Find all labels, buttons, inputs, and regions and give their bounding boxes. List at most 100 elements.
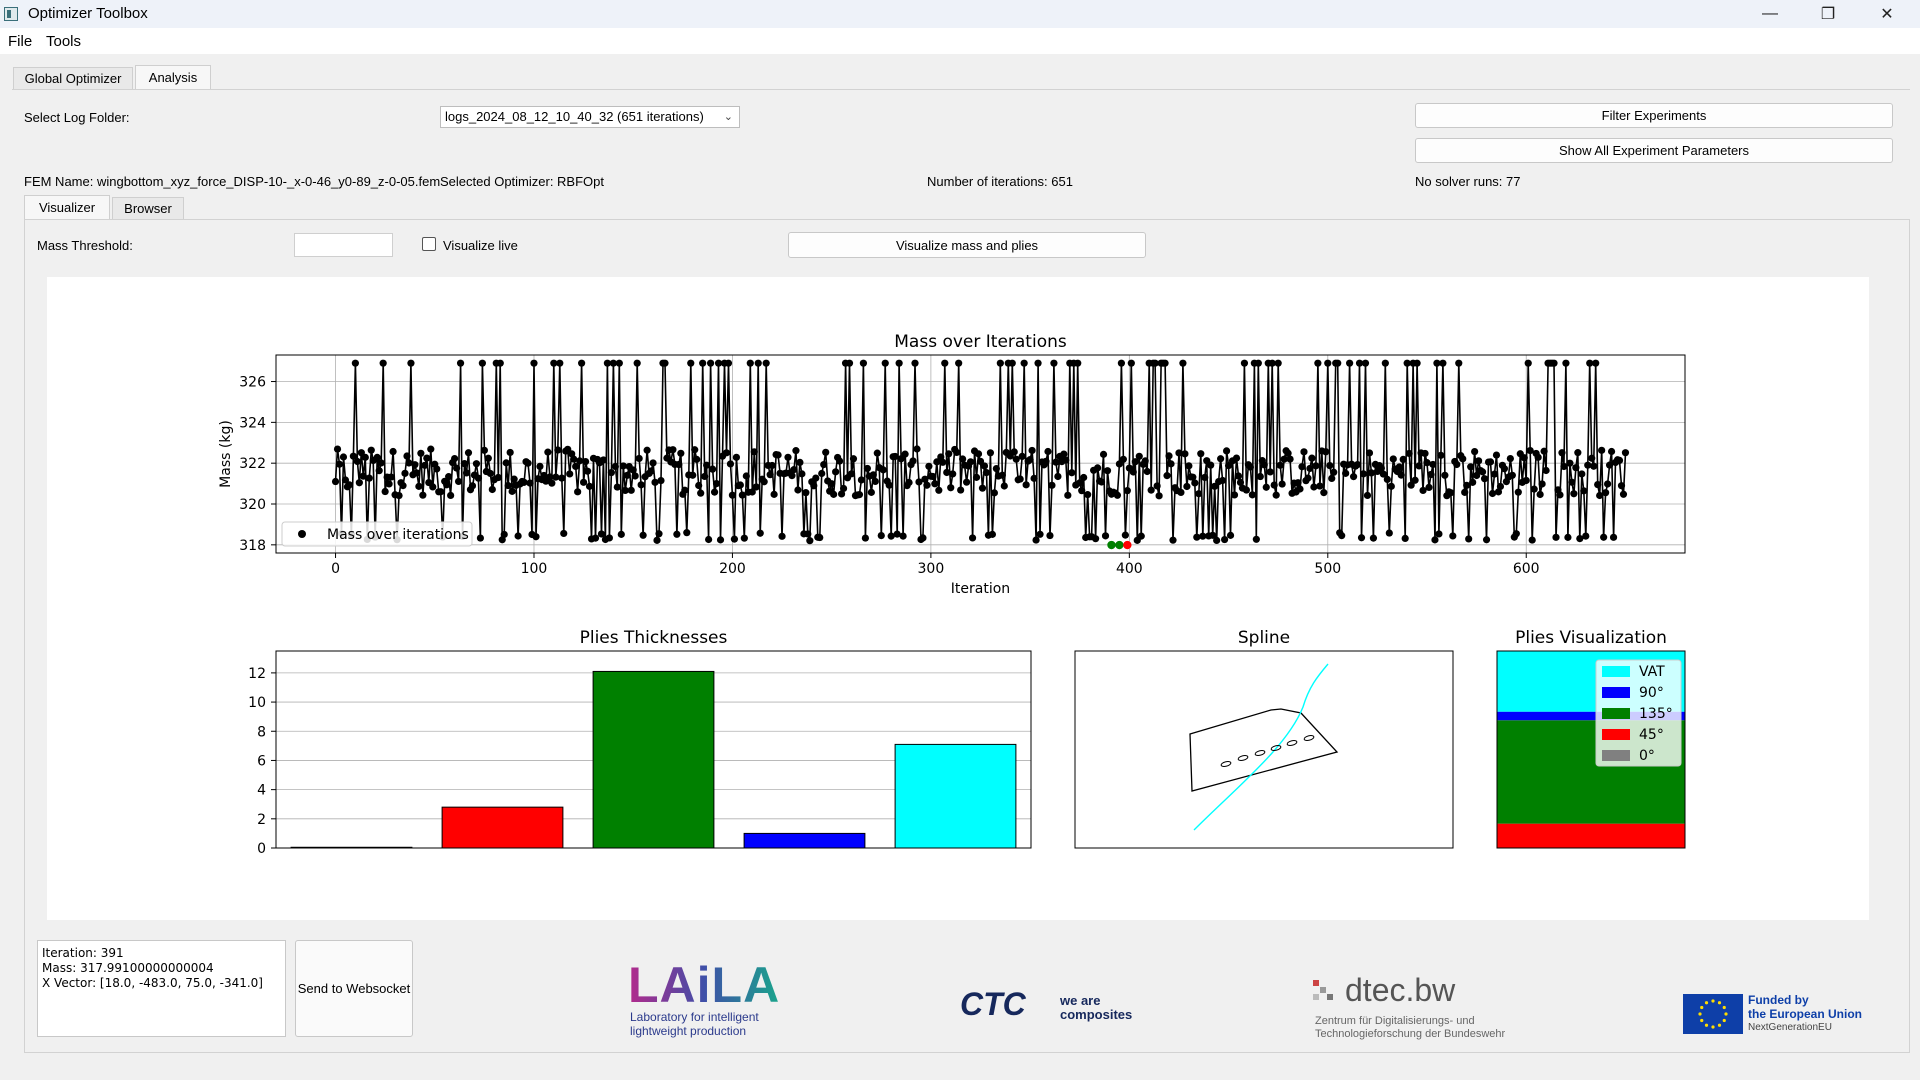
mass-threshold-input[interactable]: [294, 233, 393, 257]
chevron-down-icon: ⌄: [723, 111, 733, 123]
mass-data-point: [1324, 359, 1332, 367]
mass-data-point: [474, 474, 483, 482]
mass-data-point: [1449, 532, 1457, 540]
mass-data-point: [935, 486, 943, 494]
mass-data-point: [945, 450, 953, 458]
laila-logo-subtitle: Laboratory for intelligent lightweight p…: [630, 1010, 759, 1038]
mass-data-point: [389, 447, 397, 456]
mass-data-point: [1097, 478, 1106, 486]
mass-data-point: [728, 491, 737, 499]
mass-data-point: [643, 446, 651, 454]
plies-chart-title: Plies Thicknesses: [580, 628, 728, 648]
mass-data-point: [464, 449, 473, 457]
mass-data-point: [605, 534, 613, 542]
mass-data-point: [988, 530, 997, 538]
legend-label: 45°: [1639, 727, 1664, 743]
mass-data-point: [1399, 455, 1407, 464]
mass-data-point: [855, 491, 864, 499]
mass-data-point: [399, 482, 407, 490]
mass-data-point: [699, 359, 707, 367]
tab-global-optimizer[interactable]: Global Optimizer: [13, 67, 133, 89]
mass-data-point: [1338, 532, 1346, 540]
show-all-parameters-button[interactable]: Show All Experiment Parameters: [1415, 138, 1893, 163]
mass-data-point: [1471, 447, 1479, 456]
mass-data-point: [966, 458, 975, 466]
mass-data-point: [810, 482, 818, 490]
mass-data-point: [1617, 482, 1626, 490]
mass-data-point: [959, 455, 967, 463]
mass-data-point: [548, 479, 556, 487]
iterations-label: Number of iterations: 651: [927, 174, 1073, 189]
mass-data-point: [710, 488, 719, 496]
menu-tools[interactable]: Tools: [46, 33, 81, 50]
plies-vis-legend: VAT 90° 135° 45° 0°: [1595, 659, 1682, 767]
x-tick-label: 500: [1314, 561, 1341, 577]
mass-data-point: [1222, 447, 1231, 455]
filter-experiments-button[interactable]: Filter Experiments: [1415, 103, 1893, 128]
mass-data-point: [683, 529, 691, 537]
y-tick-label: 6: [257, 753, 266, 769]
mass-data-point: [361, 453, 369, 461]
mass-data-point: [1522, 476, 1530, 485]
restore-button[interactable]: ❐: [1805, 0, 1851, 28]
tab-browser[interactable]: Browser: [112, 197, 184, 219]
mass-data-point: [635, 454, 643, 463]
close-button[interactable]: ✕: [1864, 0, 1910, 28]
mass-data-point: [1514, 488, 1522, 496]
mass-data-point: [427, 445, 435, 453]
y-tick-label: 8: [257, 724, 266, 740]
mass-data-point: [742, 472, 750, 480]
send-websocket-button[interactable]: Send to Websocket: [295, 940, 413, 1037]
plies-thickness-chart: 0 2 4 6 8 10 12 Plies Thicknesses: [248, 628, 1032, 857]
mass-data-point: [1607, 447, 1616, 456]
eu-star: [1724, 1012, 1728, 1016]
tab-analysis[interactable]: Analysis: [135, 65, 211, 89]
mass-data-point: [1179, 359, 1187, 367]
visualize-mass-plies-button[interactable]: Visualize mass and plies: [788, 232, 1146, 258]
mass-data-point: [919, 534, 927, 542]
plies-visualization-chart: Plies Visualization VAT 90° 135° 45° 0°: [1496, 628, 1686, 849]
mass-data-point: [784, 453, 792, 461]
mass-data-point: [1439, 359, 1447, 367]
mass-data-point: [974, 450, 983, 458]
eu-star: [1711, 1025, 1715, 1029]
mass-data-point: [992, 464, 1000, 473]
mass-data-point: [345, 481, 354, 489]
mass-data-point: [881, 359, 889, 367]
mass-data-point: [885, 481, 893, 489]
dtec-logo-mark: [1313, 980, 1333, 1004]
mass-data-point: [716, 536, 725, 544]
close-icon: ✕: [1880, 6, 1894, 23]
tab-visualizer[interactable]: Visualizer: [24, 195, 110, 219]
mass-data-point: [1480, 475, 1489, 483]
eu-star: [1700, 1018, 1704, 1023]
selection-info-box[interactable]: Iteration: 391 Mass: 317.99100000000004 …: [37, 940, 286, 1037]
minimize-button[interactable]: —: [1747, 0, 1793, 28]
mass-data-point: [1592, 359, 1600, 367]
mass-data-point: [1080, 473, 1088, 482]
menu-file[interactable]: File: [8, 33, 32, 50]
mass-data-point: [381, 487, 389, 496]
mass-data-point: [510, 475, 518, 483]
tab-divider: [12, 89, 1910, 90]
visualize-live-checkbox[interactable]: [422, 237, 436, 251]
mass-data-point: [730, 535, 739, 543]
x-tick-label: 300: [918, 561, 945, 577]
mass-data-point: [1181, 450, 1189, 458]
mass-data-point: [998, 471, 1006, 479]
mass-data-point: [1421, 449, 1429, 458]
mass-data-point: [1330, 468, 1338, 476]
mass-data-point: [1232, 454, 1241, 462]
mass-data-point: [1536, 490, 1544, 499]
mass-data-point: [792, 447, 800, 455]
mass-data-point: [661, 359, 669, 367]
mass-data-point: [623, 471, 631, 479]
mass-data-point: [947, 484, 955, 492]
log-folder-select[interactable]: logs_2024_08_12_10_40_32 (651 iterations…: [440, 106, 740, 128]
selected-mass: Mass: 317.99100000000004: [42, 961, 214, 975]
mass-data-point: [1385, 529, 1393, 537]
mass-data-point: [445, 473, 453, 481]
mass-chart-ylabel: Mass (kg): [218, 420, 234, 488]
mass-data-point: [1346, 359, 1354, 367]
mass-data-point: [1342, 469, 1350, 477]
